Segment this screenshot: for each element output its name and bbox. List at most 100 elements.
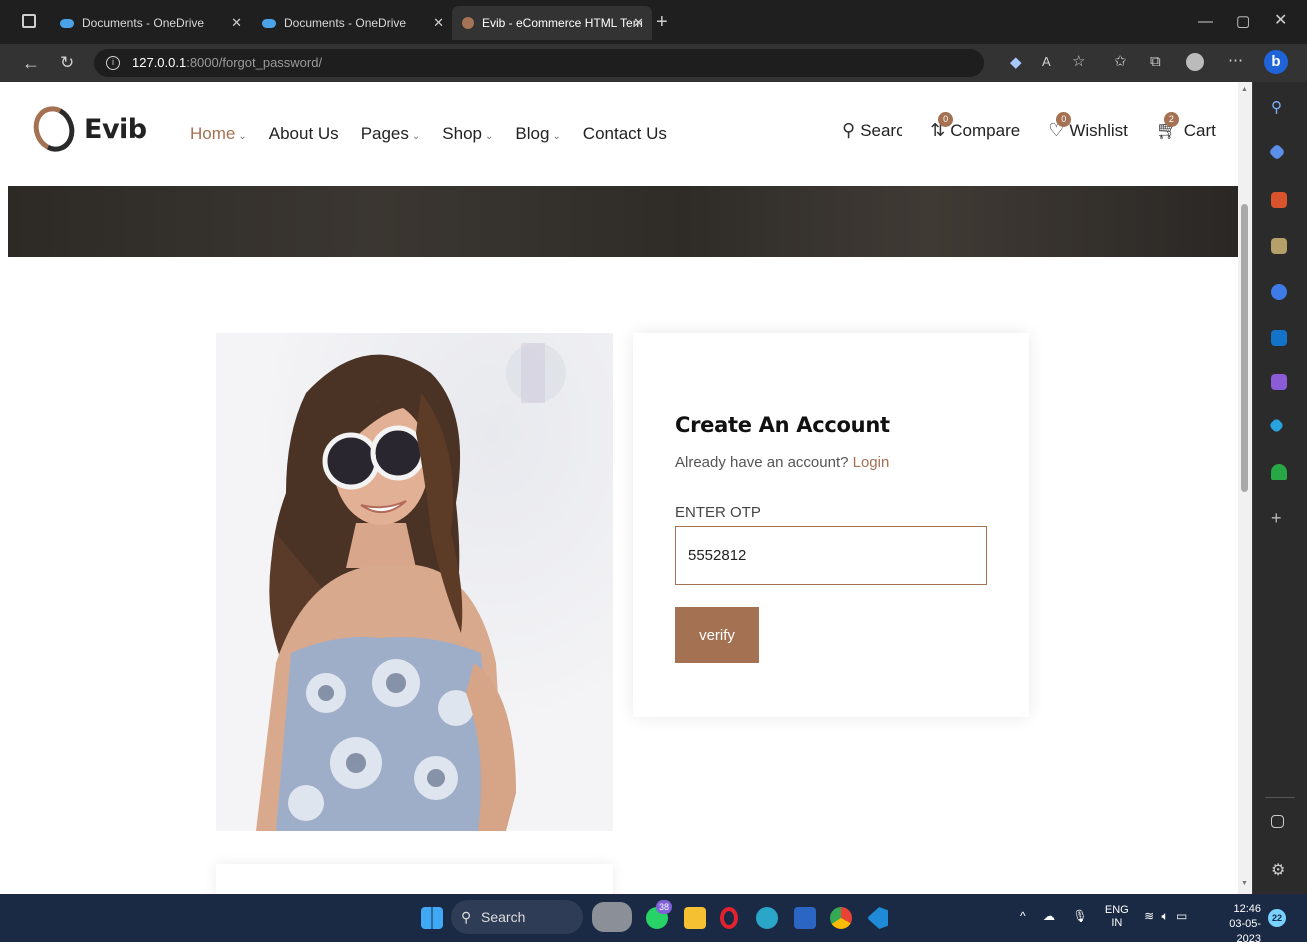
clock-time: 12:46 [1233, 903, 1261, 915]
sidebar-games-icon[interactable] [1271, 238, 1287, 254]
login-link[interactable]: Login [853, 454, 890, 471]
sidebar-add-icon[interactable]: + [1271, 509, 1287, 527]
collections-icon[interactable]: ⧉ [1150, 54, 1161, 69]
wishlist-label: Wishlist [1069, 120, 1128, 140]
opera-icon[interactable] [720, 907, 738, 929]
nav-shop[interactable]: Shop ⌄ [442, 124, 493, 144]
chrome-icon[interactable] [830, 907, 852, 929]
koala-widget-icon[interactable] [592, 902, 632, 932]
nav-home[interactable]: Home ⌄ [190, 124, 247, 144]
sidebar-shopping-icon[interactable] [1268, 143, 1286, 161]
tab-onedrive-2[interactable]: Documents - OneDrive ✕ [252, 6, 452, 40]
verify-button[interactable]: verify [675, 607, 759, 663]
taskbar-search-label: Search [481, 909, 526, 925]
nav-pages[interactable]: Pages ⌄ [361, 124, 421, 144]
cart-label: Cart [1183, 120, 1216, 140]
more-menu-icon[interactable]: ⋯ [1228, 53, 1243, 68]
vscode-icon[interactable] [868, 907, 888, 929]
url-host: 127.0.0.1 [132, 55, 187, 70]
page-banner [8, 186, 1238, 257]
site-info-icon[interactable]: i [106, 56, 120, 70]
edge-sidebar: ⚲ + ⚙ [1252, 82, 1307, 894]
close-tab-icon[interactable]: ✕ [433, 15, 444, 31]
tag-icon[interactable]: ◆ [1010, 55, 1022, 70]
search-label: Search [860, 120, 903, 140]
sidebar-hide-icon[interactable] [1271, 815, 1284, 828]
below-section-card [216, 864, 613, 894]
nav-label: Contact Us [582, 124, 667, 143]
word-icon[interactable] [794, 907, 816, 929]
sidebar-search-icon[interactable]: ⚲ [1271, 98, 1287, 116]
browser-address-bar: ← ↻ i 127.0.0.1:8000/forgot_password/ ◆ … [0, 44, 1307, 82]
site-logo[interactable]: Evib [27, 100, 147, 158]
search-icon: ⚲ [842, 120, 856, 140]
site-header: Evib Home ⌄ About Us Pages ⌄ Shop ⌄ Blog ⌄ C… [0, 82, 1238, 186]
battery-icon[interactable]: ▭ [1176, 909, 1187, 923]
notification-badge[interactable]: 22 [1268, 909, 1286, 927]
wifi-icon[interactable]: ≋ [1144, 909, 1154, 923]
windows-taskbar: ⚲ Search 38 ^ ☁ 🎙︎ ENG IN ≋ 🔈︎ ▭ 12:46 03… [0, 894, 1307, 945]
language-code: ENG [1104, 904, 1129, 916]
tab-title: Documents - OneDrive [284, 16, 407, 30]
tab-evib[interactable]: Evib - eCommerce HTML Templa ✕ [452, 6, 652, 40]
nav-about-us[interactable]: About Us [269, 124, 339, 144]
close-tab-icon[interactable]: ✕ [633, 15, 644, 31]
sidebar-settings-icon[interactable]: ⚙ [1271, 860, 1287, 879]
otp-input[interactable] [675, 526, 987, 585]
search-button[interactable]: ⚲ Search [842, 120, 902, 141]
sidebar-divider [1265, 797, 1295, 798]
url-path: :8000/forgot_password/ [186, 55, 323, 70]
web-page: Evib Home ⌄ About Us Pages ⌄ Shop ⌄ Blog ⌄ C… [0, 82, 1238, 894]
cart-count-badge: 2 [1163, 112, 1179, 127]
tab-title: Documents - OneDrive [82, 16, 205, 30]
woman-in-sunglasses-illustration [216, 333, 613, 831]
taskbar-clock[interactable]: 12:46 03-05-2023 [1205, 902, 1261, 947]
cart-button[interactable]: 🛒︎ 2 Cart [1156, 112, 1216, 141]
nav-label: Home [190, 124, 236, 143]
scroll-down-arrow-icon[interactable]: ▼ [1241, 880, 1248, 887]
read-aloud-icon[interactable]: A [1042, 55, 1051, 68]
language-indicator[interactable]: ENG IN [1105, 904, 1129, 930]
nav-label: About Us [268, 124, 339, 143]
tab-onedrive-1[interactable]: Documents - OneDrive ✕ [50, 6, 250, 40]
close-tab-icon[interactable]: ✕ [231, 15, 242, 31]
show-hidden-icons-icon[interactable]: ^ [1020, 909, 1026, 923]
close-window-icon[interactable]: ✕ [1274, 13, 1287, 29]
search-icon: ⚲ [461, 909, 472, 925]
bing-copilot-icon[interactable]: b [1264, 50, 1288, 74]
scrollbar-thumb[interactable] [1241, 204, 1248, 492]
nav-blog[interactable]: Blog ⌄ [515, 124, 560, 144]
nav-contact-us[interactable]: Contact Us [583, 124, 667, 144]
volume-icon[interactable]: 🔈︎ [1162, 909, 1169, 923]
tab-actions-icon[interactable] [22, 14, 36, 28]
microphone-icon[interactable]: 🎙︎ [1072, 909, 1087, 923]
page-scrollbar[interactable]: ▲ ▼ [1238, 82, 1252, 894]
windows-start-icon[interactable] [421, 907, 443, 929]
add-favorite-icon[interactable]: ☆ [1072, 54, 1085, 69]
url-field[interactable]: i 127.0.0.1:8000/forgot_password/ [94, 49, 984, 77]
browser-tab-bar: Documents - OneDrive ✕ Documents - OneDr… [0, 0, 1307, 44]
restore-icon[interactable]: ▢ [1236, 14, 1250, 29]
chevron-down-icon: ⌄ [238, 131, 247, 142]
onedrive-icon [60, 18, 74, 28]
onedrive-tray-icon[interactable]: ☁ [1043, 909, 1055, 923]
edge-icon[interactable] [756, 907, 778, 929]
compare-button[interactable]: ⇅ 0 Compare [930, 112, 1020, 141]
refresh-icon[interactable]: ↻ [60, 54, 74, 71]
sidebar-copilot-icon[interactable] [1271, 284, 1287, 300]
sidebar-telegram-icon[interactable] [1268, 417, 1285, 434]
profile-icon[interactable] [1186, 53, 1204, 71]
sidebar-tools-icon[interactable] [1271, 192, 1287, 208]
header-tools: ⚲ Search ⇅ 0 Compare ♡ 0 Wishlist 🛒︎ 2 C… [842, 112, 1238, 141]
back-arrow-icon[interactable]: ← [22, 54, 40, 72]
new-tab-icon[interactable]: + [656, 12, 668, 32]
wishlist-button[interactable]: ♡ 0 Wishlist [1048, 112, 1128, 141]
file-explorer-icon[interactable] [684, 907, 706, 929]
sidebar-designer-icon[interactable] [1271, 374, 1287, 390]
scroll-up-arrow-icon[interactable]: ▲ [1241, 86, 1248, 93]
favorites-icon[interactable]: ✩ [1114, 54, 1127, 69]
minimize-icon[interactable]: — [1198, 14, 1213, 29]
sidebar-outlook-icon[interactable] [1271, 330, 1287, 346]
sidebar-tree-icon[interactable] [1271, 464, 1287, 480]
taskbar-search[interactable]: ⚲ Search [451, 900, 583, 934]
